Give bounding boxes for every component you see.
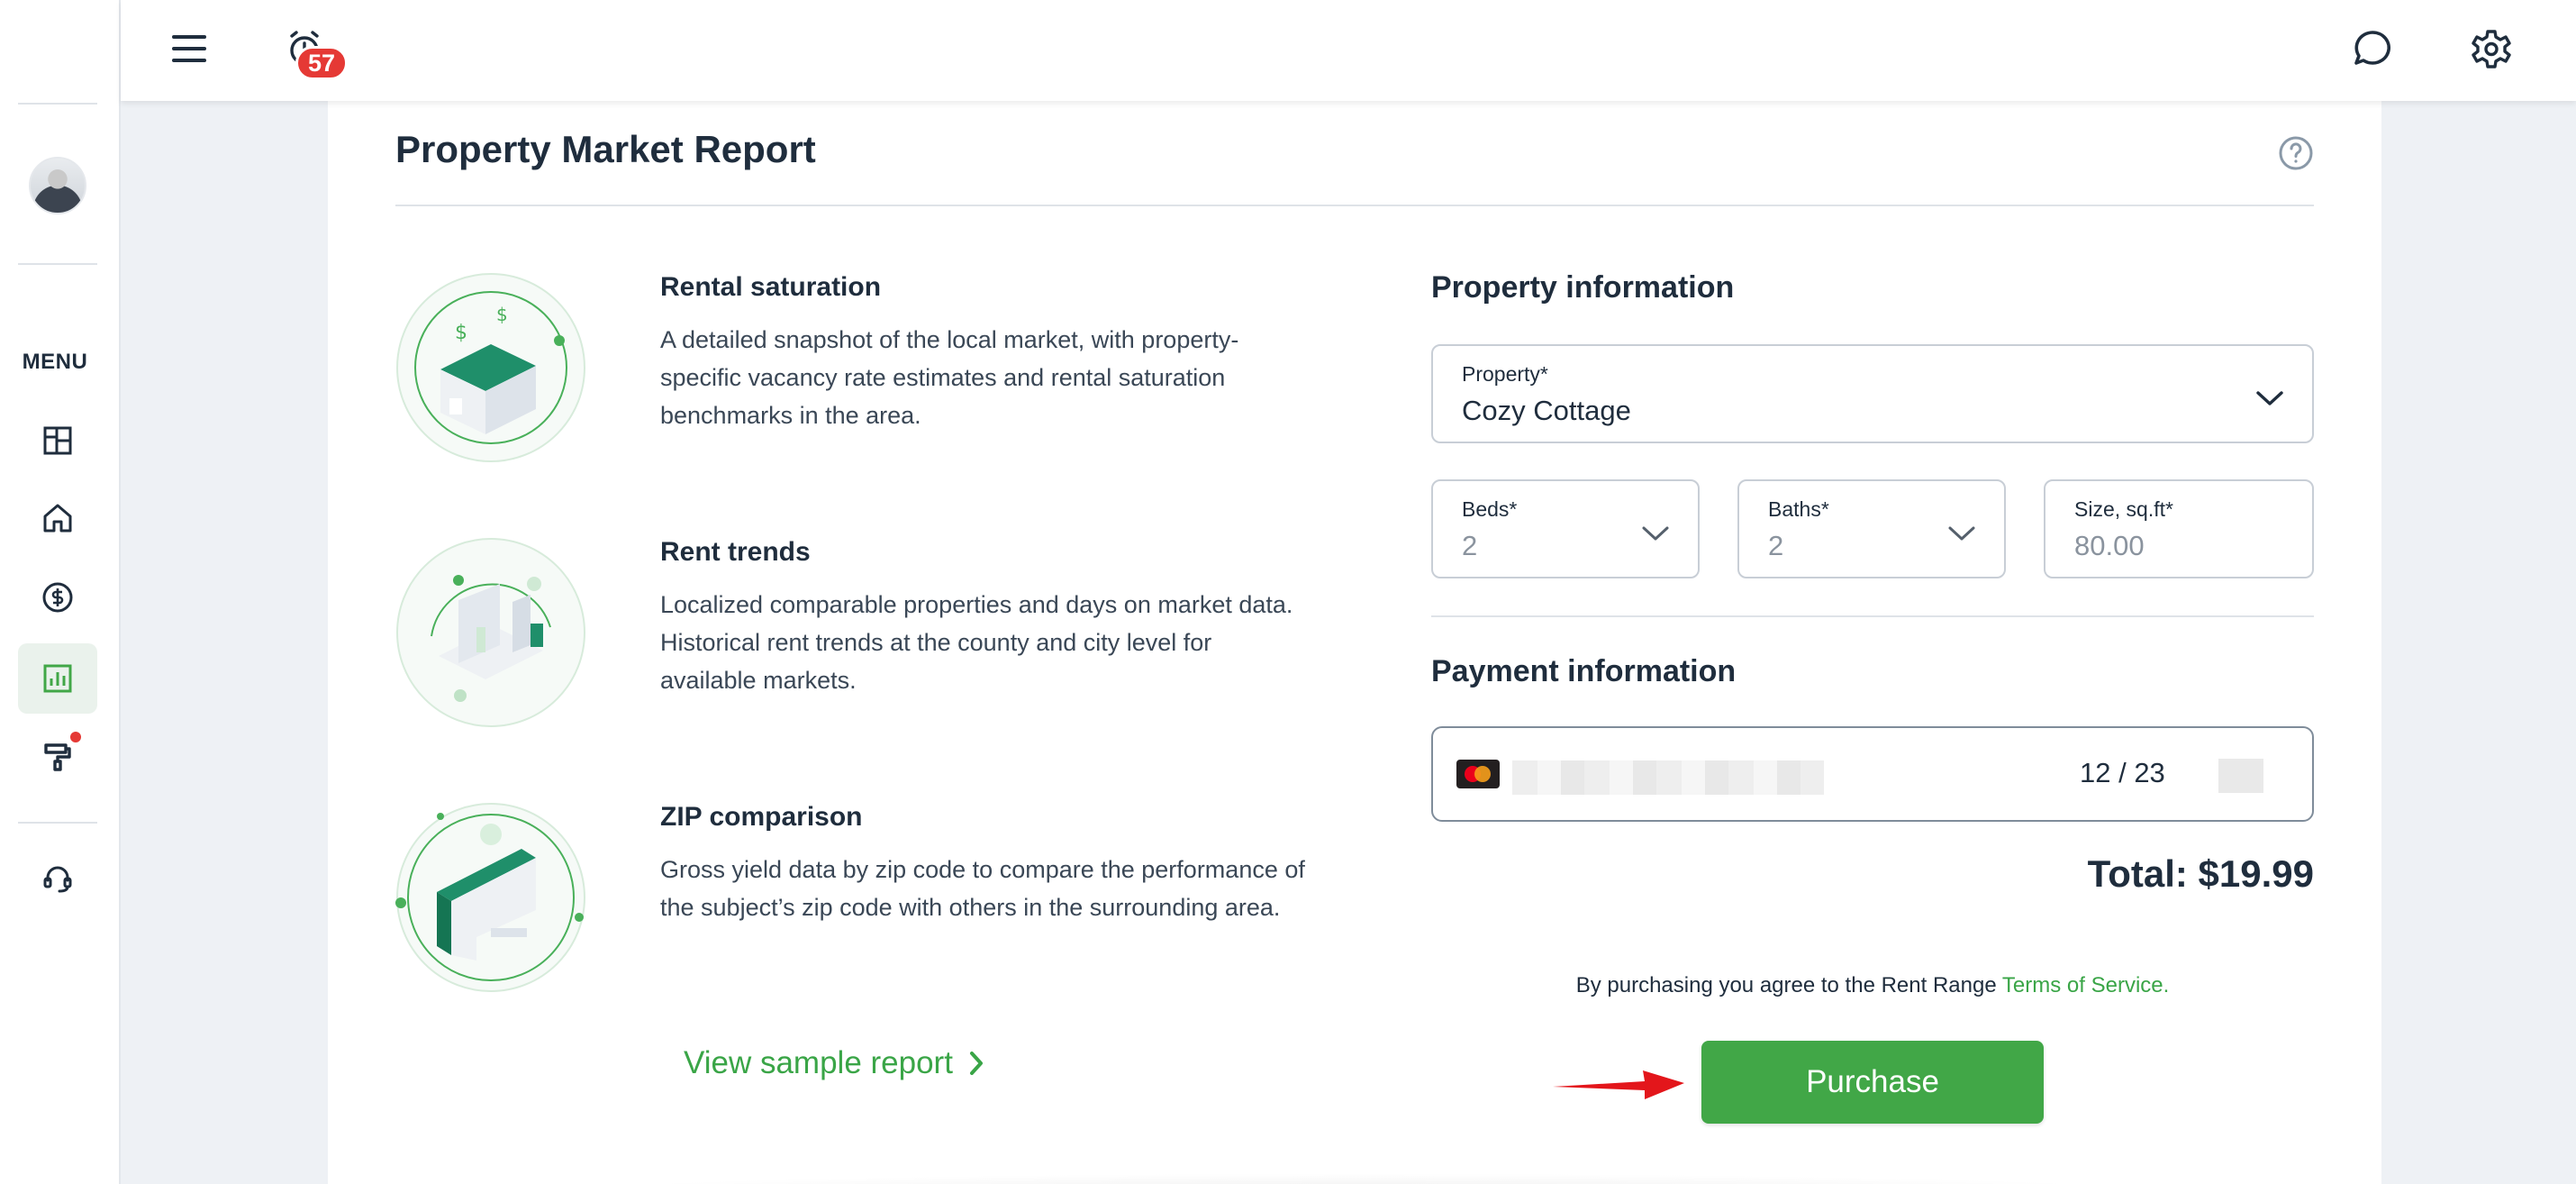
rent-trends-illustration	[396, 538, 585, 727]
property-select[interactable]: Property* Cozy Cottage	[1431, 344, 2314, 443]
mastercard-icon	[1456, 760, 1500, 788]
card-number-input[interactable]	[1512, 760, 1824, 795]
notification-count-badge: 57	[295, 46, 348, 80]
svg-text:$: $	[455, 322, 467, 344]
card-cvc-input[interactable]	[2218, 759, 2263, 793]
title-divider	[395, 205, 2314, 206]
property-label: Property*	[1462, 362, 1548, 386]
view-sample-report-label: View sample report	[684, 1045, 953, 1080]
beds-label: Beds*	[1462, 497, 1518, 521]
sidebar-item-properties[interactable]	[18, 483, 97, 553]
beds-value: 2	[1462, 530, 1478, 561]
sidebar-item-reports[interactable]	[18, 643, 97, 714]
sidebar: MENU	[0, 0, 121, 1184]
terms-text: By purchasing you agree to the Rent Rang…	[1431, 973, 2314, 998]
home-icon	[43, 504, 72, 533]
top-bar: 57	[121, 0, 2576, 101]
baths-value: 2	[1768, 530, 1784, 561]
rental-saturation-illustration: $ $	[396, 273, 585, 462]
headset-icon	[43, 866, 72, 893]
terms-prefix: By purchasing you agree to the Rent Rang…	[1575, 973, 2002, 997]
feature-description: Gross yield data by zip code to compare …	[660, 856, 1305, 921]
card-expiry-input[interactable]: 12 / 23	[2080, 757, 2165, 789]
zip-comparison-illustration	[395, 803, 585, 992]
chevron-right-icon	[969, 1052, 983, 1075]
avatar[interactable]	[29, 157, 86, 214]
red-arrow-annotation	[1553, 1070, 1684, 1099]
section-divider	[1431, 615, 2314, 617]
total-price: Total: $19.99	[2087, 852, 2314, 895]
gear-icon	[2472, 30, 2511, 68]
sidebar-item-maintenance[interactable]	[18, 721, 97, 791]
page-title: Property Market Report	[395, 128, 816, 170]
feature-title: Rent trends	[660, 537, 811, 567]
feature-title: ZIP comparison	[660, 802, 863, 832]
menu-button[interactable]	[162, 22, 216, 76]
view-sample-report-link[interactable]: View sample report	[684, 1045, 985, 1081]
notification-dot	[70, 732, 81, 742]
hamburger-icon	[172, 35, 206, 62]
sidebar-item-support[interactable]	[18, 843, 97, 914]
bar-chart-icon	[43, 664, 72, 693]
sidebar-item-finance[interactable]	[18, 562, 97, 633]
help-icon[interactable]	[2277, 134, 2315, 172]
size-input[interactable]: 80.00	[2074, 530, 2145, 562]
chat-bubble-icon	[2354, 31, 2390, 65]
report-card: Property Market Report $ $ Rental satura…	[328, 101, 2381, 1184]
property-information-title: Property information	[1431, 270, 1735, 305]
baths-select[interactable]: Baths* 2	[1737, 479, 2006, 578]
feature-description: Localized comparable properties and days…	[660, 591, 1293, 694]
card-input[interactable]: 12 / 23	[1431, 726, 2314, 822]
chat-button[interactable]	[2345, 22, 2399, 76]
dashboard-icon	[43, 426, 72, 455]
property-value: Cozy Cottage	[1462, 395, 1631, 426]
chevron-down-icon	[1948, 526, 1975, 541]
feature-title: Rental saturation	[660, 272, 882, 302]
payment-information-title: Payment information	[1431, 654, 1737, 688]
sidebar-item-dashboard[interactable]	[18, 405, 97, 476]
svg-text:$: $	[496, 304, 508, 325]
dollar-circle-icon	[42, 582, 73, 613]
chevron-down-icon	[2256, 391, 2283, 405]
bottom-shadow	[508, 1173, 2219, 1184]
sidebar-divider	[18, 822, 97, 824]
size-label: Size, sq.ft*	[2074, 497, 2173, 521]
settings-button[interactable]	[2464, 22, 2518, 76]
purchase-button[interactable]: Purchase	[1701, 1041, 2044, 1124]
sidebar-divider	[18, 263, 97, 265]
sidebar-divider	[18, 103, 97, 105]
feature-description: A detailed snapshot of the local market,…	[660, 326, 1239, 429]
chevron-down-icon	[1642, 526, 1669, 541]
menu-label: MENU	[22, 350, 88, 374]
paint-roller-icon	[44, 743, 71, 771]
beds-select[interactable]: Beds* 2	[1431, 479, 1700, 578]
size-field[interactable]: Size, sq.ft* 80.00	[2044, 479, 2314, 578]
terms-of-service-link[interactable]: Terms of Service.	[2002, 973, 2169, 997]
baths-label: Baths*	[1768, 497, 1829, 521]
